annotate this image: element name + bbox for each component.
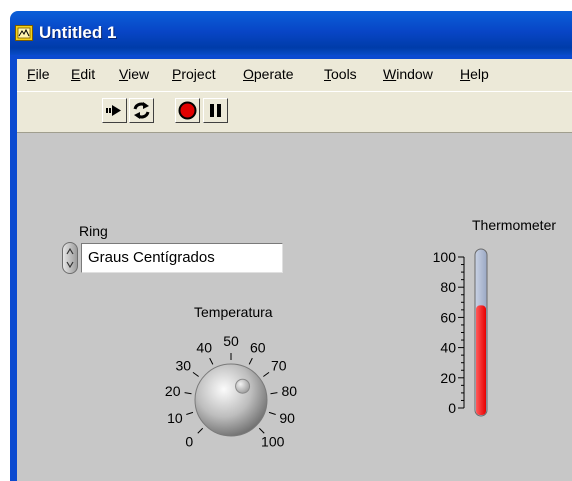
menu-tools[interactable]: Tools [324, 66, 357, 82]
abort-stop-icon [178, 101, 197, 120]
knob-tick-label: 100 [261, 434, 285, 450]
knob-tick-label: 0 [185, 434, 193, 450]
thermometer-fill [476, 305, 486, 415]
run-continuously-button[interactable] [129, 98, 154, 123]
thermometer-indicator: 0 20 40 60 80 100 [433, 248, 488, 417]
window-title: Untitled 1 [39, 23, 117, 42]
thermometer-tick-label: 0 [448, 400, 456, 416]
knob-tick-label: 10 [167, 410, 183, 426]
thermometer-tick-label: 40 [440, 340, 456, 356]
thermometer-tick-label: 20 [440, 370, 456, 386]
knob-pointer-dimple [235, 378, 251, 394]
knob-tick [248, 357, 253, 365]
knob-tick [192, 371, 199, 377]
run-continuously-icon [133, 102, 150, 119]
abort-button[interactable] [175, 98, 200, 123]
pause-icon [210, 104, 221, 117]
thermometer-tick-label: 100 [433, 249, 457, 265]
knob-tick-label: 40 [196, 339, 212, 355]
menu-project[interactable]: Project [172, 66, 216, 82]
knob-tick [268, 411, 276, 415]
knob-label: Temperatura [194, 304, 273, 320]
run-arrow-icon [106, 105, 121, 116]
knob-tick-label: 90 [279, 410, 295, 426]
menu-edit[interactable]: Edit [71, 66, 95, 82]
ring-value[interactable]: Graus Centígrados [81, 243, 283, 273]
menu-file[interactable]: File [27, 66, 50, 82]
menu-operate[interactable]: Operate [243, 66, 294, 82]
knob-tick [270, 392, 278, 395]
knob-tick [197, 427, 204, 434]
menu-window[interactable]: Window [383, 66, 433, 82]
knob-tick [186, 411, 194, 415]
knob-tick-label: 50 [223, 333, 239, 349]
knob-tick-label: 70 [271, 357, 287, 373]
toolbar [17, 91, 572, 133]
menu-help[interactable]: Help [460, 66, 489, 82]
knob-tick-label: 30 [175, 357, 191, 373]
temperature-knob[interactable]: 010 20 30 40 50 60 70 80 90 100 [150, 330, 320, 475]
ring-increment-decrement[interactable] [62, 242, 78, 274]
knob-body[interactable] [194, 363, 268, 437]
knob-tick-label: 60 [250, 339, 266, 355]
labview-app-icon [15, 25, 33, 41]
pause-button[interactable] [203, 98, 228, 123]
knob-tick [258, 427, 265, 434]
knob-tick-label: 20 [165, 383, 181, 399]
knob-tick [184, 392, 192, 395]
knob-tick [209, 357, 214, 365]
ring-label: Ring [79, 223, 108, 239]
thermometer-tick-label: 60 [440, 309, 456, 325]
run-button[interactable] [102, 98, 127, 123]
knob-tick [263, 371, 270, 377]
thermometer-tick-label: 80 [440, 279, 456, 295]
menu-view[interactable]: View [119, 66, 149, 82]
knob-tick-label: 80 [281, 383, 297, 399]
